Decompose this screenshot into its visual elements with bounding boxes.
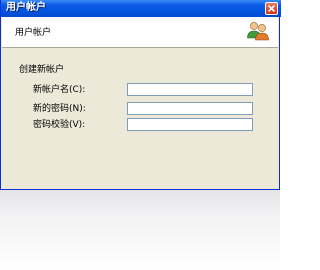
new-account-name-input[interactable] (127, 83, 253, 96)
create-account-label: 创建新帐户 (19, 65, 65, 75)
window-title: 用户帐户 (6, 2, 46, 13)
confirm-password-label: 密码校验(V): (33, 120, 86, 130)
new-password-label: 新的密码(N): (33, 104, 86, 114)
window-reflection-fade (0, 190, 280, 270)
user-accounts-window: 用户帐户 用户帐户 创建新帐户 新帐户名(C): 新的密码(N): 密码校验(V… (0, 0, 281, 190)
new-password-input[interactable] (127, 102, 253, 115)
dialog-content: 创建新帐户 新帐户名(C): 新的密码(N): 密码校验(V): (2, 48, 278, 189)
close-icon (268, 5, 275, 12)
close-button[interactable] (265, 2, 278, 15)
confirm-password-input[interactable] (127, 118, 253, 131)
header-title: 用户帐户 (15, 28, 52, 38)
users-icon (247, 22, 269, 41)
title-bar[interactable]: 用户帐户 (1, 0, 281, 17)
dialog-header: 用户帐户 (2, 17, 278, 48)
new-account-name-label: 新帐户名(C): (33, 85, 86, 95)
